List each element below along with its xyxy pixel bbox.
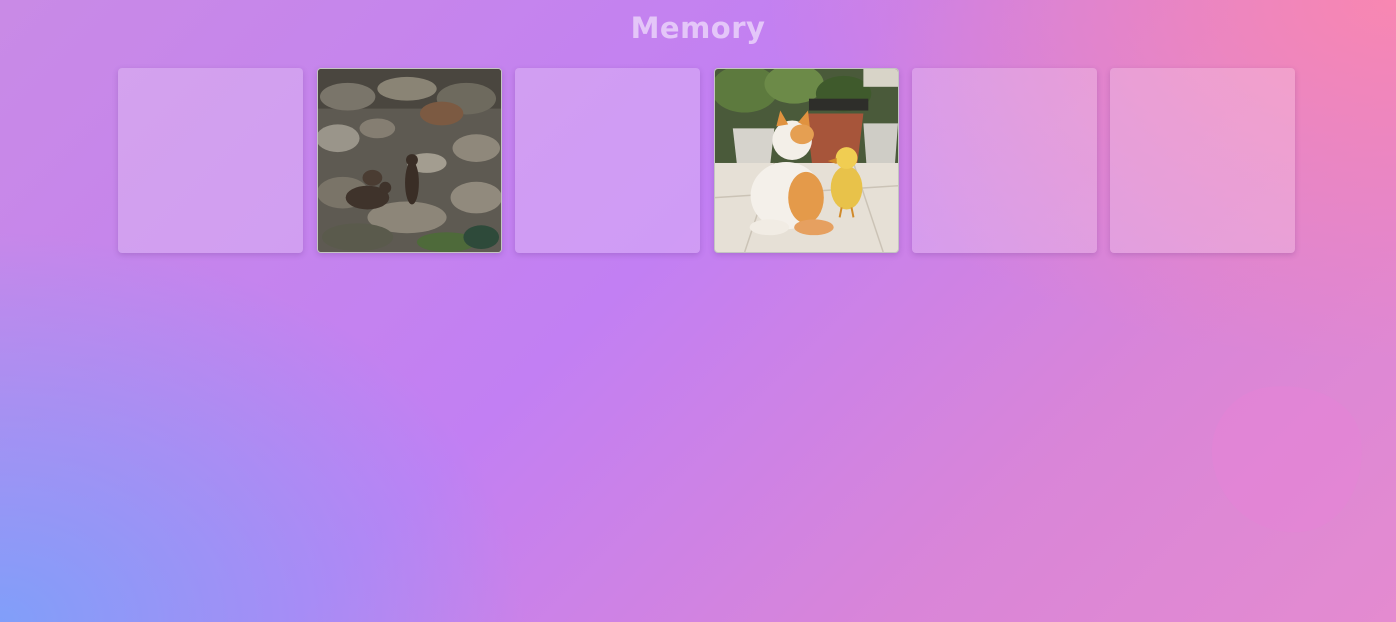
game-title: Memory: [630, 11, 766, 45]
memory-card-cat-duckling[interactable]: [714, 68, 899, 253]
memory-card-face-down[interactable]: [118, 68, 303, 253]
memory-card-face-down[interactable]: [912, 68, 1097, 253]
memory-card-face-down[interactable]: [1110, 68, 1295, 253]
card-board: [118, 68, 1296, 254]
cat-duckling-image: [715, 69, 898, 252]
otters-image: [318, 69, 501, 252]
memory-card-otters[interactable]: [317, 68, 502, 253]
memory-card-face-down[interactable]: [515, 68, 700, 253]
decorative-blob: [1203, 375, 1373, 543]
